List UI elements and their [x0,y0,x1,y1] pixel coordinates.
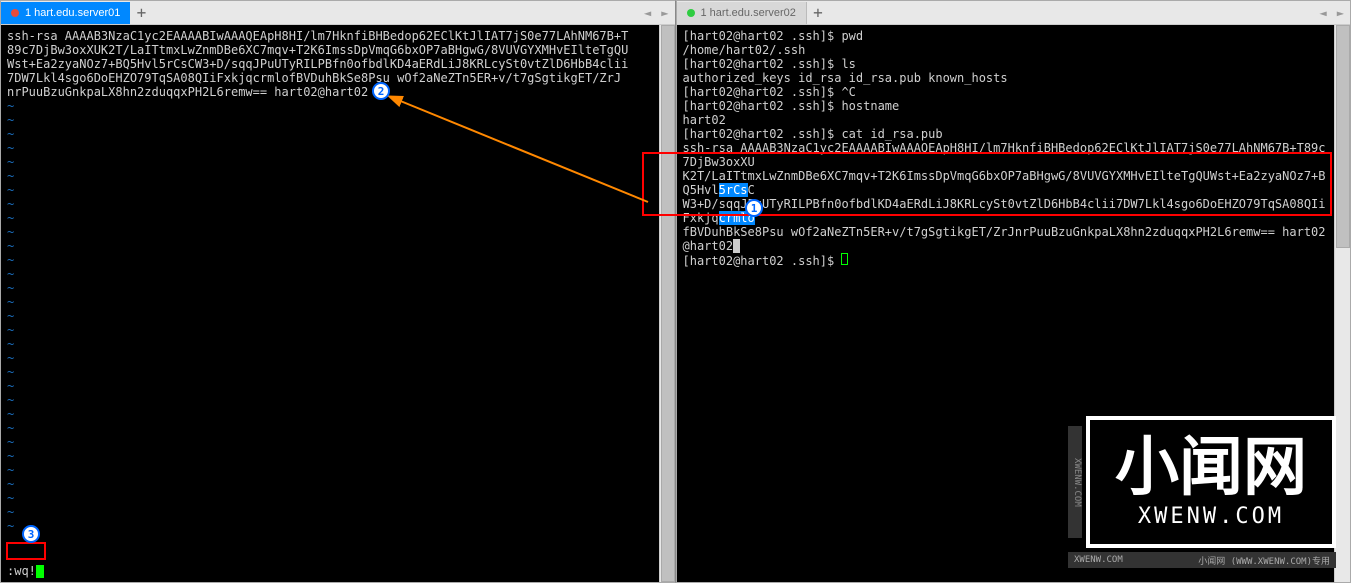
terminal-line: [hart02@hart02 .ssh]$ cat id_rsa.pub [683,127,1329,141]
new-tab-button[interactable]: + [130,2,152,24]
status-dot-icon [11,9,19,17]
scrollbar-thumb[interactable] [661,25,675,582]
tab-next-icon[interactable]: ► [1333,6,1348,20]
watermark: XWENW.COM 小闻网 XWENW.COM XWENW.COM 小闻网 (W… [1086,416,1336,548]
vim-tilde: ~ [7,421,653,435]
terminal-line: hart02 [683,113,1329,127]
right-tabbar: 1 hart.edu.server02 + ◄ ► [677,1,1351,25]
vim-tilde: ~ [7,365,653,379]
vim-tilde: ~ [7,183,653,197]
tab-label: 1 hart.edu.server01 [25,7,120,19]
tab-server02[interactable]: 1 hart.edu.server02 [677,2,807,24]
ssh-key-output: ssh-rsa AAAAB3NzaC1yc2EAAAABIwAAAQEApH8H… [683,141,1329,169]
tab-label: 1 hart.edu.server02 [701,7,796,19]
vim-tilde: ~ [7,323,653,337]
vim-tilde: ~ [7,351,653,365]
vim-tilde: ~ [7,407,653,421]
vim-tilde: ~ [7,267,653,281]
vim-tilde: ~ [7,309,653,323]
left-pane: 1 hart.edu.server01 + ◄ ► ssh-rsa AAAAB3… [0,0,676,583]
tab-server01[interactable]: 1 hart.edu.server01 [1,2,130,24]
ssh-key-line: 89c7DjBw3oxXUK2T/LaITtmxLwZnmDBe6XC7mqv+… [7,43,653,57]
tab-nav: ◄ ► [1316,6,1348,20]
callout-2: 2 [372,82,390,100]
watermark-url: XWENW.COM [1115,504,1307,529]
vim-tilde: ~ [7,253,653,267]
vim-tilde: ~ [7,169,653,183]
vim-tilde: ~ [7,505,653,519]
right-scrollbar[interactable] [1334,25,1350,582]
terminal-line: [hart02@hart02 .ssh]$ ls [683,57,1329,71]
ssh-key-output: K2T/LaITtmxLwZnmDBe6XC7mqv+T2K6ImssDpVmq… [683,169,1329,197]
cursor-icon [36,565,44,578]
new-tab-button[interactable]: + [807,2,829,24]
vim-tilde: ~ [7,239,653,253]
tab-next-icon[interactable]: ► [657,6,672,20]
callout-3: 3 [22,525,40,543]
scrollbar-thumb[interactable] [1336,25,1350,248]
vim-tilde: ~ [7,295,653,309]
ssh-key-output: W3+D/sqqJPuUTyRILPBfn0ofbdlKD4aERdLiJ8KR… [683,197,1329,225]
tab-nav: ◄ ► [640,6,672,20]
vim-tilde: ~ [7,99,653,113]
left-terminal[interactable]: ssh-rsa AAAAB3NzaC1yc2EAAAABIwAAAQEApH8H… [1,25,659,582]
vim-tilde: ~ [7,519,653,533]
vim-tilde: ~ [7,281,653,295]
terminal-line: /home/hart02/.ssh [683,43,1329,57]
terminal-line: [hart02@hart02 .ssh]$ pwd [683,29,1329,43]
terminal-line: [hart02@hart02 .ssh]$ hostname [683,99,1329,113]
tab-prev-icon[interactable]: ◄ [640,6,655,20]
vim-tilde: ~ [7,393,653,407]
callout-1: 1 [745,199,763,217]
watermark-side: XWENW.COM [1068,426,1082,538]
terminal-line: [hart02@hart02 .ssh]$ ^C [683,85,1329,99]
vim-tilde: ~ [7,211,653,225]
vim-tilde: ~ [7,197,653,211]
vim-tilde: ~ [7,337,653,351]
vim-tilde: ~ [7,435,653,449]
vim-tilde: ~ [7,225,653,239]
left-scrollbar[interactable] [659,25,675,582]
vim-tilde: ~ [7,379,653,393]
terminal-prompt: [hart02@hart02 .ssh]$ [683,253,1329,268]
vim-tilde: ~ [7,141,653,155]
terminal-line: authorized_keys id_rsa id_rsa.pub known_… [683,71,1329,85]
ssh-key-line: Wst+Ea2zyaNOz7+BQ5Hvl5rCsCW3+D/sqqJPuUTy… [7,57,653,71]
ssh-key-line: nrPuuBzuGnkpaLX8hn2zduqqxPH2L6remw== har… [7,85,653,99]
left-tabbar: 1 hart.edu.server01 + ◄ ► [1,1,675,25]
ssh-key-line: 7DW7Lkl4sgo6DoEHZO79TqSA08QIiFxkjqcrmlof… [7,71,653,85]
tab-prev-icon[interactable]: ◄ [1316,6,1331,20]
status-dot-icon [687,9,695,17]
vim-content: ssh-rsa AAAAB3NzaC1yc2EAAAABIwAAAQEApH8H… [7,29,653,564]
watermark-text: 小闻网 [1115,435,1307,499]
vim-tilde: ~ [7,477,653,491]
ssh-key-output: fBVDuhBkSe8Psu wOf2aNeZTn5ER+v/t7gSgtikg… [683,225,1329,253]
vim-tilde: ~ [7,491,653,505]
vim-tilde: ~ [7,463,653,477]
vim-tilde: ~ [7,449,653,463]
watermark-footer: XWENW.COM 小闻网 (WWW.XWENW.COM)专用 [1068,552,1336,568]
vim-command-line[interactable]: :wq! [7,564,653,578]
vim-tilde: ~ [7,155,653,169]
vim-tilde: ~ [7,113,653,127]
ssh-key-line: ssh-rsa AAAAB3NzaC1yc2EAAAABIwAAAQEApH8H… [7,29,653,43]
vim-tilde: ~ [7,127,653,141]
